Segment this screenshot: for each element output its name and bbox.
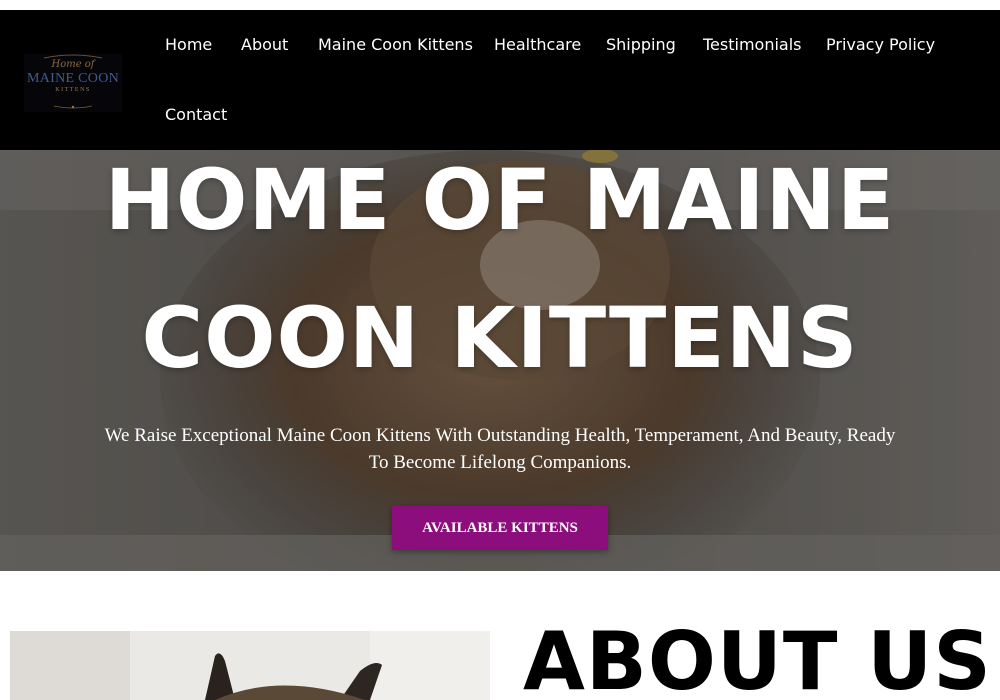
top-strip — [0, 0, 1000, 10]
available-kittens-button[interactable]: AVAILABLE KITTENS — [392, 506, 608, 550]
nav-home[interactable]: Home — [165, 35, 212, 55]
site-header: Home of MAINE COON KITTENS Home About Ma… — [0, 10, 1000, 150]
nav-healthcare[interactable]: Healthcare — [494, 35, 581, 55]
logo-text-bottom: KITTENS — [55, 87, 91, 93]
hero-section: HOME OF MAINE COON KITTENS We Raise Exce… — [0, 150, 1000, 571]
hero-subtitle: We Raise Exceptional Maine Coon Kittens … — [104, 425, 896, 473]
hero-title-line-2: COON KITTENS — [141, 289, 859, 387]
hero-title-line-1: HOME OF MAINE — [104, 151, 896, 249]
nav-maine-coon-kittens[interactable]: Maine Coon Kittens — [318, 35, 473, 55]
site-logo[interactable]: Home of MAINE COON KITTENS — [24, 54, 122, 112]
about-cat-photo-icon — [10, 631, 490, 700]
logo-text-top: Home of — [51, 59, 95, 70]
about-cat-image — [10, 631, 490, 700]
about-us-heading: ABOUT US — [523, 615, 992, 700]
nav-shipping[interactable]: Shipping — [606, 35, 676, 55]
nav-about[interactable]: About — [241, 35, 288, 55]
logo-text-main: MAINE COON — [26, 71, 120, 86]
nav-testimonials[interactable]: Testimonials — [703, 35, 802, 55]
nav-privacy-policy[interactable]: Privacy Policy — [826, 35, 935, 55]
nav-contact[interactable]: Contact — [165, 105, 227, 125]
